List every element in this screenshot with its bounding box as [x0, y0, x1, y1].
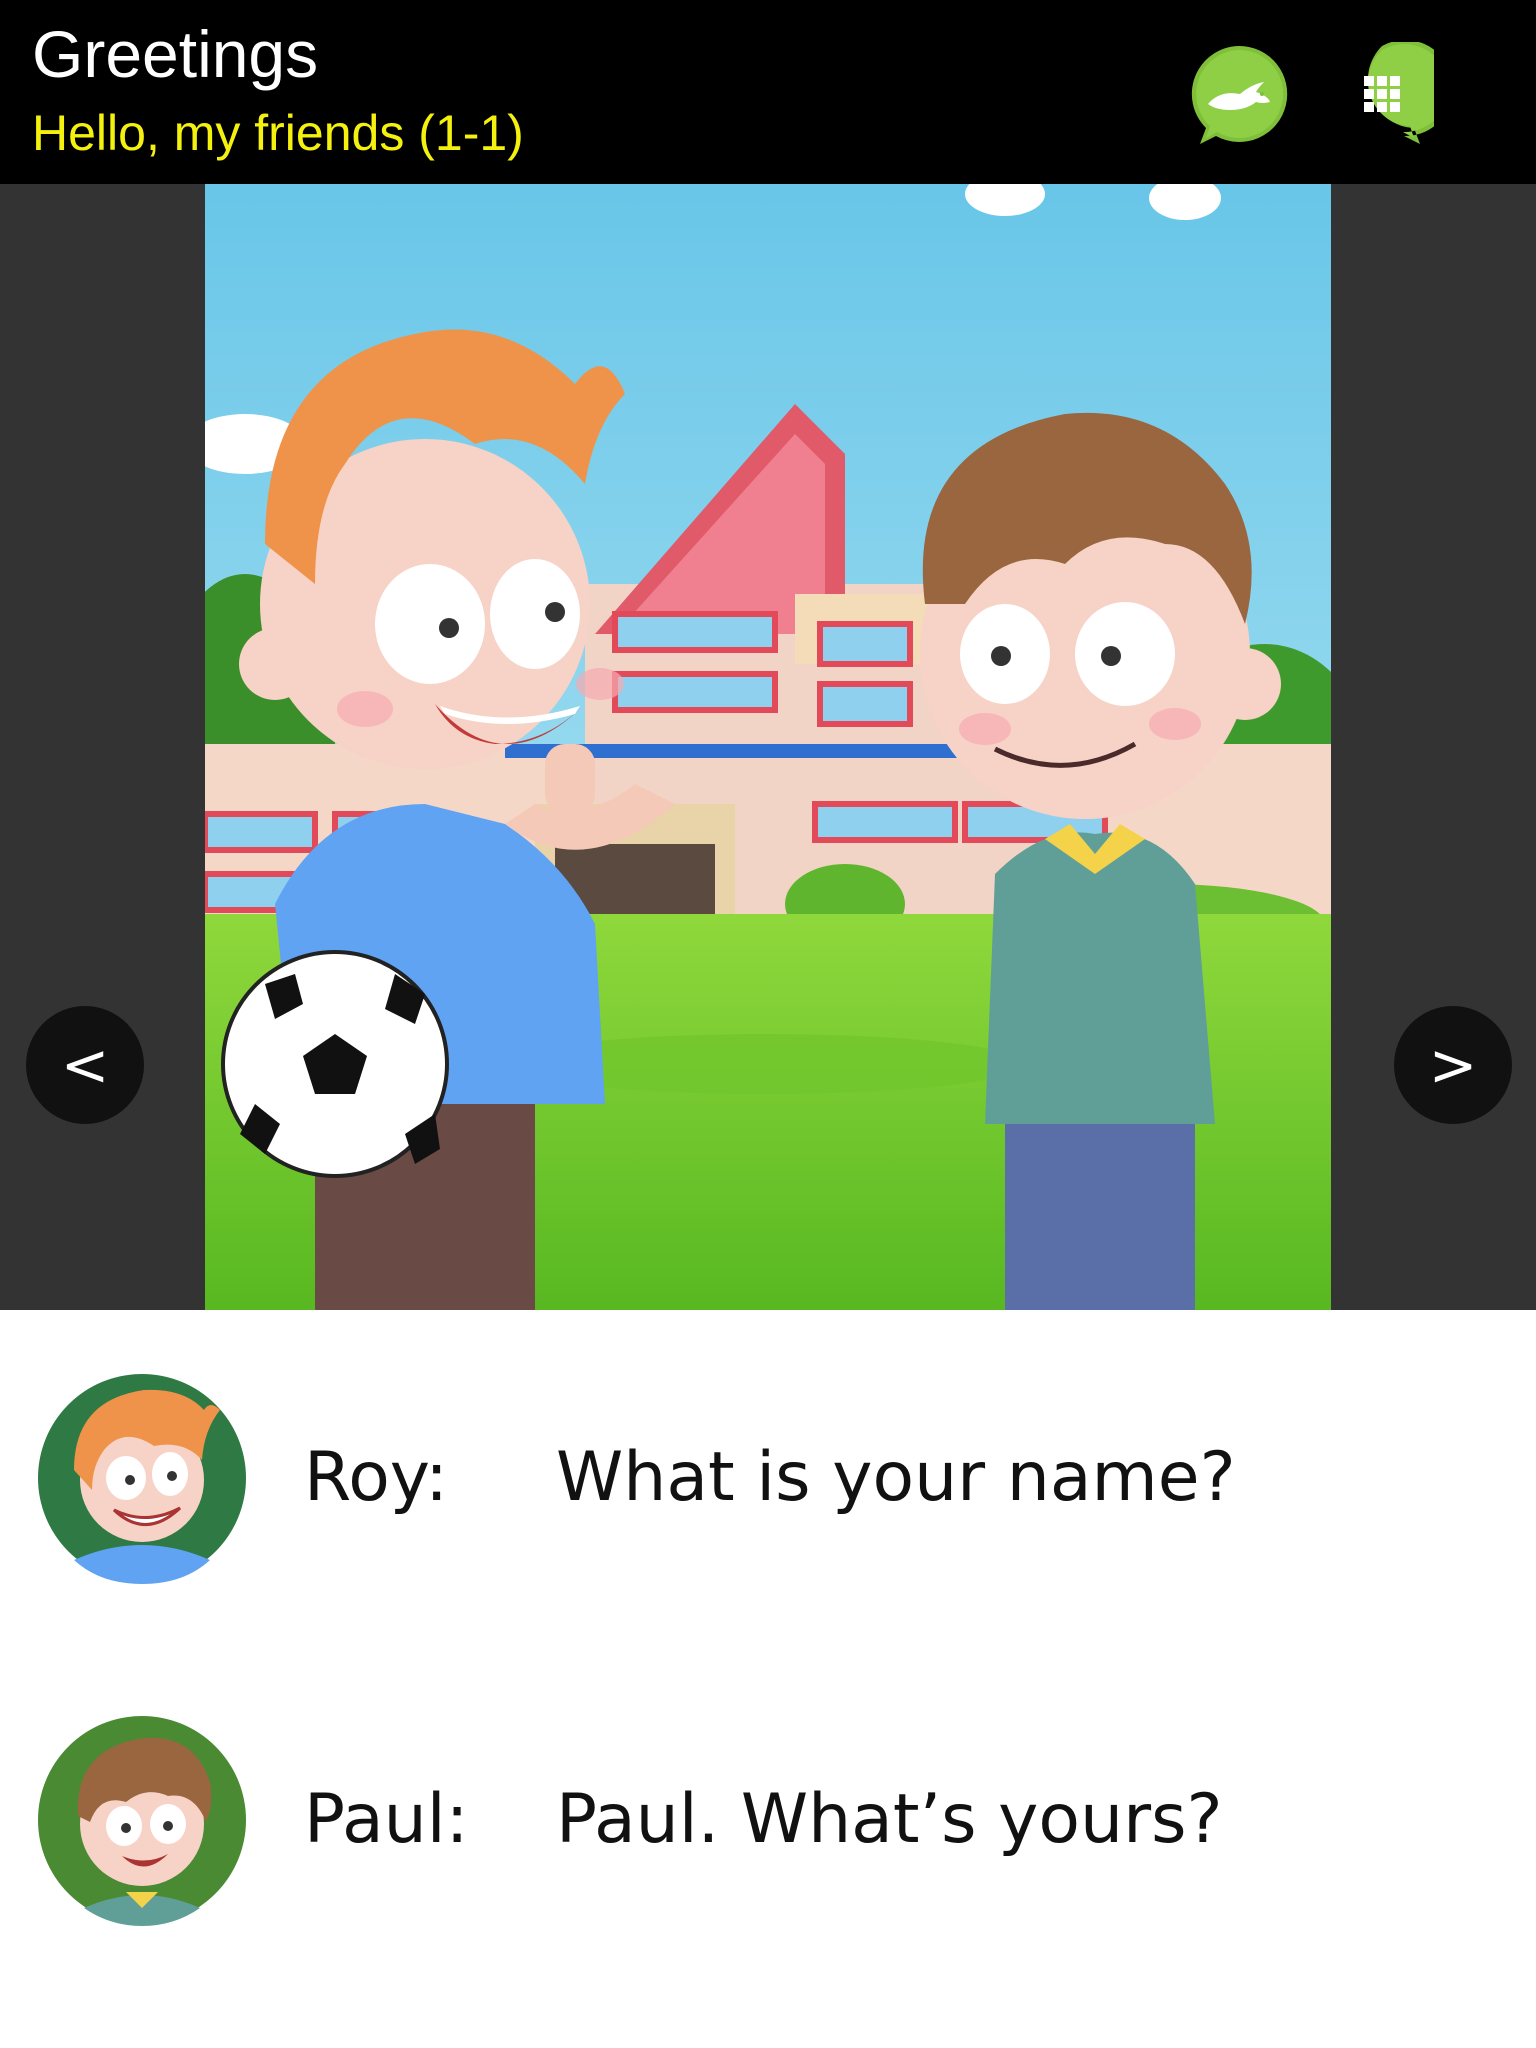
next-page-button[interactable]: > — [1394, 1006, 1512, 1124]
paul-avatar-icon — [38, 1716, 246, 1926]
speaker-name: Paul: — [304, 1780, 469, 1859]
roy-avatar-icon — [38, 1374, 246, 1584]
rabbit-speed-icon — [1191, 45, 1288, 144]
top-bar: Greetings Hello, my friends (1-1) — [0, 0, 1536, 184]
dialogue-text: Paul. What’s yours? — [556, 1780, 1223, 1859]
menu-button[interactable] — [1330, 40, 1454, 146]
speaker-name: Roy: — [304, 1438, 449, 1517]
page-title: Greetings — [32, 17, 319, 91]
dialogue-text: What is your name? — [556, 1438, 1236, 1517]
previous-page-button[interactable]: < — [26, 1006, 144, 1124]
dialogue-line[interactable]: Roy: What is your name? — [0, 1370, 1536, 1600]
illustration-stage: < > — [0, 184, 1536, 1310]
avatar — [34, 1712, 250, 1928]
grid-menu-icon — [1364, 40, 1454, 145]
avatar — [34, 1370, 250, 1586]
story-illustration — [205, 184, 1331, 1310]
dialogue-panel: Roy: What is your name? Paul: Paul. What… — [0, 1310, 1536, 2048]
speed-button[interactable] — [1186, 42, 1290, 146]
lesson-subtitle: Hello, my friends (1-1) — [32, 105, 524, 161]
dialogue-line[interactable]: Paul: Paul. What’s yours? — [0, 1712, 1536, 1942]
